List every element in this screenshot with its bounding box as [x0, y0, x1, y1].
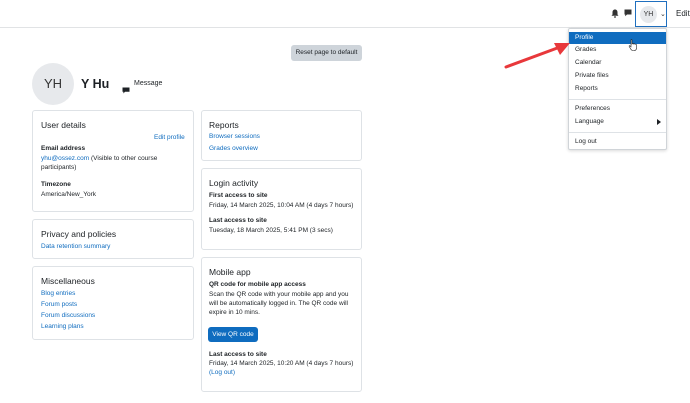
card-title: Miscellaneous	[41, 276, 95, 286]
qr-description-line: will be automatically logged in. The QR …	[209, 300, 348, 307]
privacy-card: Privacy and policies Data retention summ…	[32, 219, 194, 259]
menu-item-profile[interactable]: Profile	[569, 32, 666, 44]
user-menu-toggle[interactable]: YH ⌄	[635, 1, 667, 27]
email-row: yhu@ossez.com (Visible to other course	[41, 154, 157, 163]
learning-plans-link[interactable]: Learning plans	[41, 322, 84, 331]
grades-overview-link[interactable]: Grades overview	[209, 144, 258, 153]
timezone-value: America/New_York	[41, 191, 97, 198]
forum-posts-link[interactable]: Forum posts	[41, 300, 77, 309]
data-retention-link[interactable]: Data retention summary	[41, 242, 110, 251]
last-access-value: Tuesday, 18 March 2025, 5:41 PM (3 secs)	[209, 227, 333, 234]
annotation-arrow-icon	[504, 43, 570, 69]
menu-divider	[569, 99, 666, 100]
reset-page-button[interactable]: Reset page to default	[291, 45, 362, 61]
card-title: User details	[41, 120, 86, 130]
profile-name: Y Hu	[81, 77, 110, 91]
card-title: Privacy and policies	[41, 229, 117, 239]
card-title: Login activity	[209, 178, 259, 188]
last-access-heading: Last access to site	[209, 217, 267, 224]
user-avatar: YH	[640, 6, 657, 23]
card-title: Reports	[209, 120, 239, 130]
menu-item-logout[interactable]: Log out	[569, 136, 666, 148]
first-access-heading: First access to site	[209, 192, 268, 199]
qr-heading: QR code for mobile app access	[209, 281, 306, 288]
login-activity-card: Login activity First access to site Frid…	[201, 168, 362, 250]
first-access-value: Friday, 14 March 2025, 10:04 AM (4 days …	[209, 202, 354, 209]
logout-link[interactable]: (Log out)	[209, 368, 235, 377]
edit-mode-label[interactable]: Edit m	[676, 9, 690, 18]
menu-item-grades[interactable]: Grades	[569, 44, 666, 56]
profile-avatar: YH	[32, 63, 74, 105]
view-qr-code-button[interactable]: View QR code	[208, 327, 258, 342]
message-icon[interactable]	[122, 81, 130, 94]
edit-profile-link[interactable]: Edit profile	[154, 133, 185, 142]
qr-description-line: Scan the QR code with your mobile app an…	[209, 291, 349, 298]
chevron-right-icon	[657, 119, 661, 125]
card-title: Mobile app	[209, 267, 251, 277]
qr-description-line: expire in 10 mins.	[209, 309, 260, 316]
blog-entries-link[interactable]: Blog entries	[41, 289, 75, 298]
email-visibility-note: (Visible to other course	[90, 155, 158, 162]
chat-icon[interactable]	[623, 8, 633, 18]
bell-icon[interactable]	[610, 8, 620, 18]
hand-cursor-icon	[628, 39, 637, 51]
top-navbar: YH ⌄ Edit m	[0, 0, 690, 28]
menu-item-reports[interactable]: Reports	[569, 83, 666, 95]
chevron-down-icon: ⌄	[660, 11, 666, 18]
mobile-app-card: Mobile app QR code for mobile app access…	[201, 257, 362, 392]
user-dropdown-menu: Profile Grades Calendar Private files Re…	[568, 28, 667, 150]
user-details-card: User details Edit profile Email address …	[32, 110, 194, 212]
menu-divider	[569, 132, 666, 133]
message-button[interactable]: Message	[134, 80, 162, 87]
miscellaneous-card: Miscellaneous Blog entries Forum posts F…	[32, 266, 194, 340]
menu-item-calendar[interactable]: Calendar	[569, 57, 666, 69]
mobile-last-access-heading: Last access to site	[209, 351, 267, 358]
email-link[interactable]: yhu@ossez.com	[41, 155, 89, 162]
mobile-last-access-value: Friday, 14 March 2025, 10:20 AM (4 days …	[209, 360, 354, 367]
menu-item-preferences[interactable]: Preferences	[569, 103, 666, 115]
email-heading: Email address	[41, 145, 86, 152]
email-visibility-note-2: participants)	[41, 164, 77, 171]
forum-discussions-link[interactable]: Forum discussions	[41, 311, 95, 320]
browser-sessions-link[interactable]: Browser sessions	[209, 132, 260, 141]
menu-item-language-label: Language	[575, 118, 604, 125]
menu-item-language[interactable]: Language	[569, 116, 666, 128]
timezone-heading: Timezone	[41, 181, 71, 188]
reports-card: Reports Browser sessions Grades overview	[201, 110, 362, 161]
menu-item-private-files[interactable]: Private files	[569, 70, 666, 82]
